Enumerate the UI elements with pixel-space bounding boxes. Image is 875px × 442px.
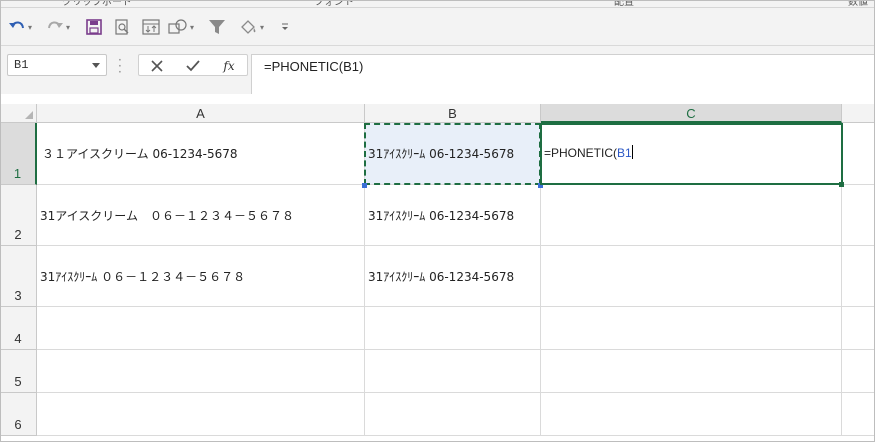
row-header-1[interactable]: 1 — [0, 123, 37, 185]
cell-c3[interactable] — [541, 246, 842, 307]
copy-handle-bottom-right[interactable] — [538, 183, 543, 188]
row-number: 3 — [14, 288, 22, 303]
shapes-dropdown-icon[interactable]: ▾ — [190, 23, 194, 32]
column-header-a[interactable]: A — [37, 104, 365, 123]
sort-icon — [142, 19, 160, 35]
select-all-button[interactable] — [0, 104, 37, 123]
shapes-icon — [168, 19, 187, 34]
row-number: 5 — [14, 374, 22, 389]
cell-c1-edit-text[interactable]: =PHONETIC(B1 — [544, 145, 633, 160]
row-number: 6 — [14, 417, 22, 432]
quick-access-toolbar: ▾ ▾ ▾ ▾ — [0, 8, 875, 46]
row-header-4[interactable]: 4 — [0, 307, 37, 350]
formula-buttons: fx — [138, 54, 248, 76]
redo-dropdown-icon[interactable]: ▾ — [66, 23, 70, 32]
cell-d1[interactable] — [842, 123, 875, 185]
insert-function-icon: fx — [223, 59, 235, 73]
filter-button[interactable] — [208, 17, 226, 37]
row-header-2[interactable]: 2 — [0, 185, 37, 246]
save-icon — [86, 19, 102, 35]
ribbon-group-clipboard: クリップボード — [62, 0, 132, 8]
fill-color-dropdown-icon[interactable]: ▾ — [260, 23, 264, 32]
column-header-c[interactable]: C — [541, 104, 842, 123]
cell-c5[interactable] — [541, 350, 842, 393]
cell-a3[interactable]: 31ｱｲｽｸﾘｰﾑ ０６－１２３４－５６７８ — [37, 246, 365, 307]
fill-color-icon — [241, 20, 256, 34]
edit-prefix: =PHONETIC( — [544, 146, 618, 160]
formula-bar-splitter-icon[interactable]: · · · — [118, 54, 122, 78]
filter-icon — [209, 20, 225, 34]
cell-c6[interactable] — [541, 393, 842, 436]
cancel-icon — [151, 60, 163, 72]
ribbon-remnant: クリップボード フォント 配置 数値 — [0, 0, 875, 8]
copy-handle-bottom-left[interactable] — [362, 183, 367, 188]
enter-icon — [186, 60, 200, 72]
formula-bar: B1 · · · fx =PHONETIC(B1) — [0, 46, 875, 94]
worksheet-grid: A B C 1 2 3 4 5 6 ３１アイスクリーム 06-1234-5678… — [0, 104, 875, 442]
customize-toolbar-button[interactable] — [280, 17, 290, 37]
cell-b1[interactable]: 31ｱｲｽｸﾘｰﾑ 06-1234-5678 — [365, 123, 541, 185]
cell-d5[interactable] — [842, 350, 875, 393]
edit-reference: B1 — [617, 146, 632, 160]
cell-b4[interactable] — [365, 307, 541, 350]
row-number: 4 — [14, 331, 22, 346]
redo-icon — [48, 21, 63, 29]
enter-button[interactable] — [183, 57, 203, 75]
cell-b6[interactable] — [365, 393, 541, 436]
fill-handle[interactable] — [839, 182, 844, 187]
cell-c2[interactable] — [541, 185, 842, 246]
undo-icon — [9, 21, 24, 29]
cell-d6[interactable] — [842, 393, 875, 436]
cell-a4[interactable] — [37, 307, 365, 350]
row-header-6[interactable]: 6 — [0, 393, 37, 436]
select-all-triangle-icon — [25, 111, 33, 119]
row-header-3[interactable]: 3 — [0, 246, 37, 307]
print-preview-icon — [115, 19, 129, 35]
cell-d4[interactable] — [842, 307, 875, 350]
ribbon-group-number: 数値 — [848, 0, 868, 8]
row-number: 1 — [13, 166, 22, 181]
cell-b3[interactable]: 31ｱｲｽｸﾘｰﾑ 06-1234-5678 — [365, 246, 541, 307]
cell-a2[interactable]: 31アイスクリーム ０６－１２３４－５６７８ — [37, 185, 365, 246]
cell-d3[interactable] — [842, 246, 875, 307]
customize-icon — [282, 23, 288, 30]
formula-input[interactable]: =PHONETIC(B1) — [251, 54, 875, 94]
cancel-button[interactable] — [147, 57, 167, 75]
undo-dropdown-icon[interactable]: ▾ — [28, 23, 32, 32]
insert-function-button[interactable]: fx — [219, 57, 239, 75]
cell-b5[interactable] — [365, 350, 541, 393]
undo-button[interactable]: ▾ — [8, 17, 32, 37]
print-preview-button[interactable] — [114, 17, 130, 37]
column-header-b[interactable]: B — [365, 104, 541, 123]
text-caret — [631, 145, 633, 159]
cell-c4[interactable] — [541, 307, 842, 350]
cell-a6[interactable] — [37, 393, 365, 436]
name-box-value: B1 — [14, 58, 29, 72]
redo-button[interactable]: ▾ — [46, 17, 70, 37]
cell-a1[interactable]: ３１アイスクリーム 06-1234-5678 — [37, 123, 365, 185]
column-header-d[interactable] — [842, 104, 875, 123]
sort-button[interactable] — [142, 17, 160, 37]
shapes-button[interactable]: ▾ — [168, 17, 194, 37]
save-button[interactable] — [86, 17, 102, 37]
ribbon-group-font: フォント — [314, 0, 354, 8]
cell-b2[interactable]: 31ｱｲｽｸﾘｰﾑ 06-1234-5678 — [365, 185, 541, 246]
cell-d2[interactable] — [842, 185, 875, 246]
fill-color-button[interactable]: ▾ — [238, 17, 264, 37]
row-header-5[interactable]: 5 — [0, 350, 37, 393]
name-box[interactable]: B1 — [7, 54, 107, 76]
ribbon-group-alignment: 配置 — [614, 0, 634, 8]
name-box-dropdown-icon[interactable] — [92, 63, 100, 68]
row-number: 2 — [14, 227, 22, 242]
cell-a5[interactable] — [37, 350, 365, 393]
